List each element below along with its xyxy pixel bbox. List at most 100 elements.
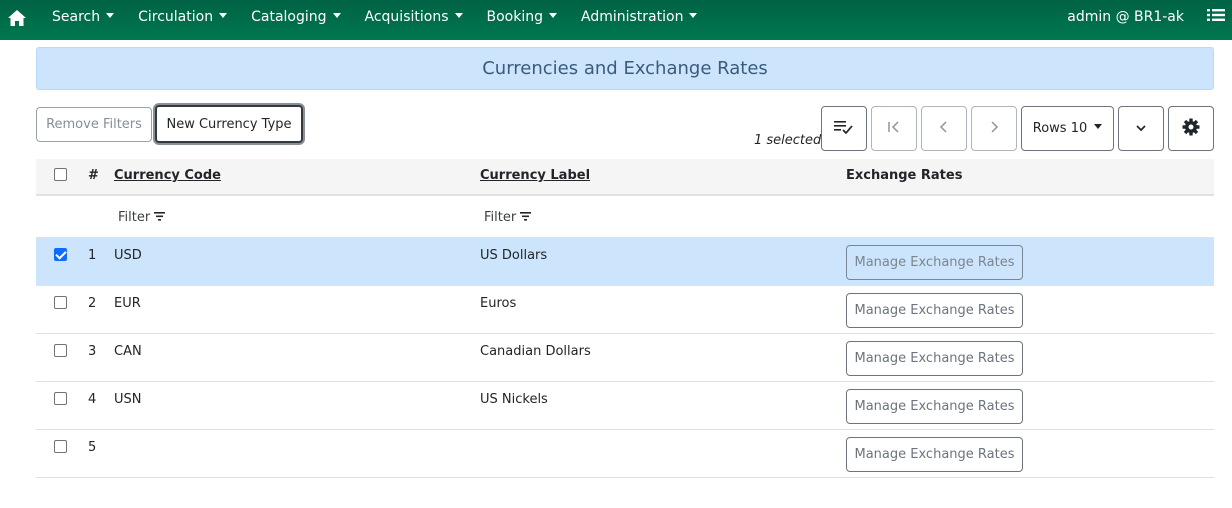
- select-all-rows-button[interactable]: [821, 106, 867, 151]
- row-checkbox[interactable]: [54, 391, 67, 405]
- filter-spacer: [846, 195, 1214, 237]
- manage-exchange-rates-button[interactable]: Manage Exchange Rates: [846, 436, 1023, 472]
- table-row[interactable]: 3 CAN Canadian Dollars Manage Exchange R…: [36, 333, 1214, 381]
- currency-grid: # Currency Code Currency Label Exchange …: [36, 159, 1214, 478]
- page-title: Currencies and Exchange Rates: [482, 58, 768, 79]
- sort-currency-code[interactable]: Currency Code: [114, 168, 221, 183]
- exchange-rates-cell: Manage Exchange Rates: [846, 333, 1214, 381]
- currency-code-cell: USD: [114, 247, 142, 263]
- chevron-right-icon: [989, 120, 999, 137]
- row-number: 5: [88, 439, 97, 455]
- menu-circulation[interactable]: Circulation: [126, 0, 239, 37]
- exchange-rates-cell: Manage Exchange Rates: [846, 381, 1214, 429]
- rows-per-page-dropdown[interactable]: Rows 10: [1021, 106, 1114, 151]
- row-select-cell: [36, 381, 76, 429]
- manage-exchange-rates-button[interactable]: Manage Exchange Rates: [846, 340, 1023, 376]
- new-currency-type-button[interactable]: New Currency Type: [155, 105, 303, 143]
- filter-currency-code[interactable]: Filter: [114, 195, 480, 237]
- menu-search[interactable]: Search: [40, 0, 126, 37]
- manage-exchange-rates-button[interactable]: Manage Exchange Rates: [846, 244, 1023, 280]
- row-select-cell: [36, 237, 76, 285]
- menu-booking[interactable]: Booking: [475, 0, 570, 37]
- table-row[interactable]: 5 Manage Exchange Rates: [36, 429, 1214, 477]
- caret-down-icon: [549, 12, 557, 18]
- list-check-icon: [834, 120, 854, 138]
- select-all-checkbox[interactable]: [54, 168, 67, 181]
- row-checkbox[interactable]: [54, 439, 67, 453]
- caret-down-icon: [1094, 124, 1103, 129]
- previous-page-button[interactable]: [921, 106, 967, 151]
- row-select-cell: [36, 429, 76, 477]
- menu-cataloging-label: Cataloging: [251, 9, 327, 25]
- caret-down-icon: [454, 12, 463, 18]
- filter-spacer: [36, 195, 76, 237]
- header-row-number: #: [88, 168, 99, 183]
- caret-down-icon: [332, 12, 341, 18]
- exchange-rates-cell: Manage Exchange Rates: [846, 429, 1214, 477]
- selected-count: 1 selected: [754, 133, 822, 148]
- row-number: 2: [88, 295, 97, 311]
- currency-code-cell: [114, 429, 480, 477]
- filter-currency-label-label: Filter: [484, 210, 517, 225]
- row-number: 1: [88, 247, 97, 263]
- menu-acquisitions[interactable]: Acquisitions: [353, 0, 475, 37]
- row-checkbox[interactable]: [54, 247, 67, 261]
- table-row[interactable]: 1 USD US Dollars Manage Exchange Rates: [36, 237, 1214, 285]
- caret-down-icon: [219, 12, 228, 18]
- top-navbar: Search Circulation Cataloging Acquisitio…: [0, 0, 1232, 40]
- expand-rows-button[interactable]: [1118, 106, 1164, 151]
- row-checkbox[interactable]: [54, 343, 67, 357]
- currency-label-cell: US Dollars: [480, 247, 548, 263]
- first-page-button[interactable]: [871, 106, 917, 151]
- row-select-cell: [36, 285, 76, 333]
- grid-settings-button[interactable]: [1168, 106, 1214, 151]
- first-page-icon: [887, 120, 901, 137]
- next-page-button[interactable]: [971, 106, 1017, 151]
- header-currency-code: Currency Code: [114, 159, 480, 195]
- list-icon: [1207, 8, 1225, 26]
- exchange-rates-cell: Manage Exchange Rates: [846, 285, 1214, 333]
- currency-code-cell: USN: [114, 391, 142, 407]
- main-menu: Search Circulation Cataloging Acquisitio…: [40, 0, 709, 40]
- navbar-right: admin @ BR1-ak: [1067, 0, 1232, 40]
- menu-acquisitions-label: Acquisitions: [364, 9, 449, 25]
- filter-currency-label[interactable]: Filter: [480, 195, 846, 237]
- menu-search-label: Search: [52, 9, 101, 25]
- rows-per-page-label: Rows 10: [1032, 121, 1088, 136]
- header-exchange-rates: Exchange Rates: [846, 159, 1214, 195]
- row-number: 4: [88, 391, 97, 407]
- home-button[interactable]: [0, 0, 34, 40]
- menu-circulation-label: Circulation: [138, 9, 214, 25]
- caret-down-icon: [689, 12, 698, 18]
- currency-code-cell: CAN: [114, 343, 142, 359]
- filter-spacer: [76, 195, 114, 237]
- menu-cataloging[interactable]: Cataloging: [239, 0, 352, 37]
- remove-filters-button[interactable]: Remove Filters: [36, 107, 152, 142]
- menu-administration[interactable]: Administration: [569, 0, 709, 37]
- currency-label-cell: US Nickels: [480, 391, 548, 407]
- row-number: 3: [88, 343, 97, 359]
- exchange-rates-header-label: Exchange Rates: [846, 168, 963, 183]
- manage-exchange-rates-button[interactable]: Manage Exchange Rates: [846, 388, 1023, 424]
- manage-exchange-rates-button[interactable]: Manage Exchange Rates: [846, 292, 1023, 328]
- filter-icon: [154, 210, 166, 225]
- page-title-bar: Currencies and Exchange Rates: [36, 47, 1214, 90]
- row-checkbox[interactable]: [54, 295, 67, 309]
- header-select-cell: [36, 159, 76, 195]
- home-icon: [7, 9, 27, 31]
- grid-filter-row: Filter Filter: [36, 195, 1214, 237]
- chevron-down-icon: [1135, 121, 1147, 136]
- grid-header-row: # Currency Code Currency Label Exchange …: [36, 159, 1214, 195]
- row-select-cell: [36, 333, 76, 381]
- currency-label-cell: [480, 429, 846, 477]
- gear-icon: [1182, 118, 1200, 140]
- table-row[interactable]: 2 EUR Euros Manage Exchange Rates: [36, 285, 1214, 333]
- caret-down-icon: [106, 12, 115, 18]
- user-workstation-label: admin @ BR1-ak: [1067, 9, 1184, 25]
- currency-label-cell: Euros: [480, 295, 517, 311]
- table-row[interactable]: 4 USN US Nickels Manage Exchange Rates: [36, 381, 1214, 429]
- app-menu-button[interactable]: [1200, 0, 1232, 37]
- sort-currency-label[interactable]: Currency Label: [480, 168, 590, 183]
- filter-icon: [520, 210, 532, 225]
- currency-label-cell: Canadian Dollars: [480, 343, 591, 359]
